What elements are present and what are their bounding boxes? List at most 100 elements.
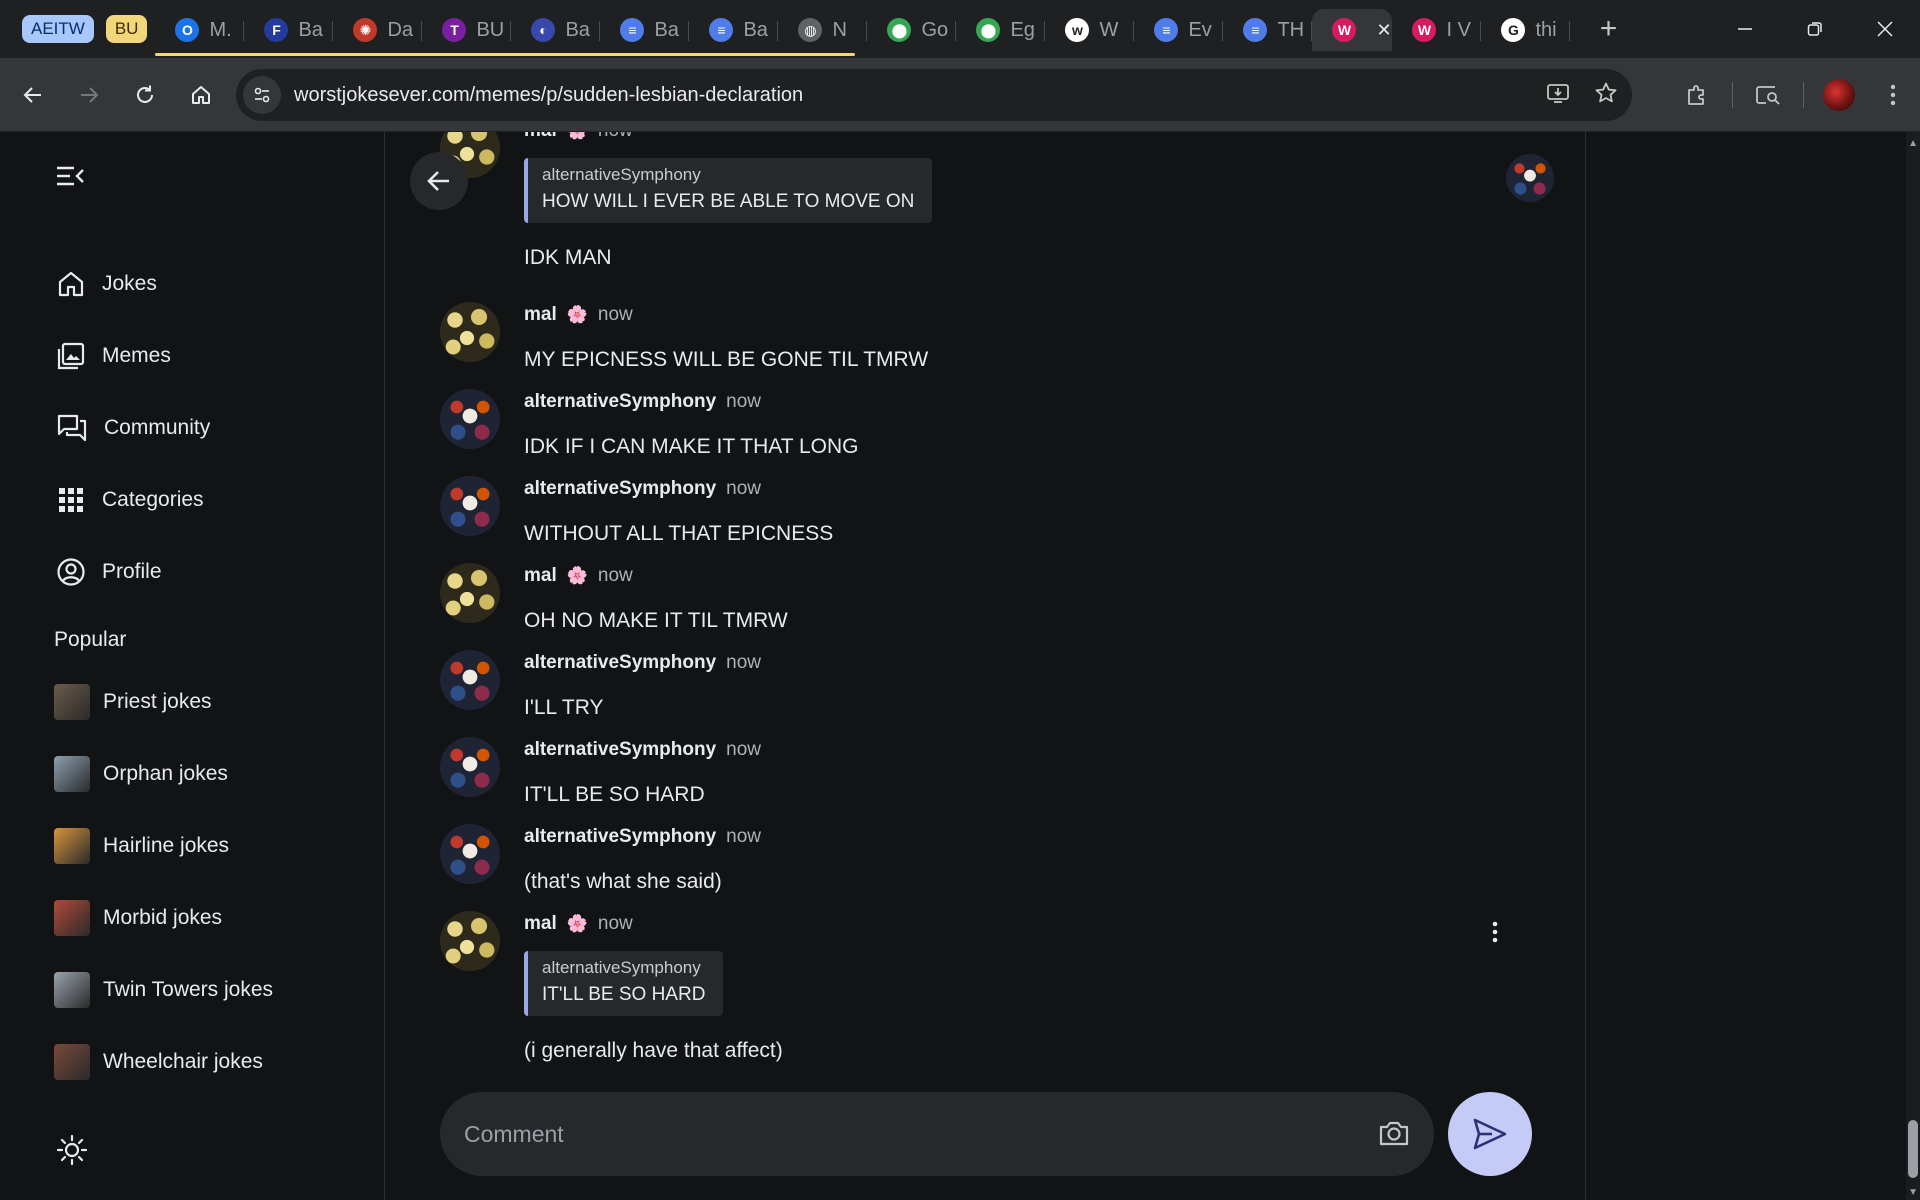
active-tab[interactable]: W ✕ (1312, 9, 1393, 51)
docs-icon: ≡ (620, 18, 645, 42)
browser-tab[interactable]: ⬤ Eg (956, 9, 1046, 51)
quoted-text: IT'LL BE SO HARD (542, 984, 706, 1005)
camera-icon (1379, 1121, 1409, 1146)
popular-item[interactable]: Wheelchair jokes (54, 1042, 263, 1082)
toolbar-separator (1732, 82, 1733, 108)
message-timestamp: now (726, 826, 762, 847)
scroll-down-arrow[interactable]: ▼ (1908, 1187, 1918, 1198)
close-window-button[interactable] (1850, 0, 1920, 58)
author-name[interactable]: alternativeSymphony (524, 391, 716, 413)
profile-button[interactable] (1812, 68, 1866, 122)
browser-tab[interactable]: Gthi (1481, 9, 1571, 51)
browser-tab[interactable]: O M. (155, 9, 245, 51)
restore-button[interactable] (1780, 0, 1850, 58)
popular-heading: Popular (54, 628, 127, 651)
toolbar-actions (1670, 58, 1920, 132)
browser-menu-button[interactable] (1866, 68, 1920, 122)
popular-item[interactable]: Hairline jokes (54, 826, 229, 866)
message-text: OH NO MAKE IT TIL TMRW (524, 609, 788, 632)
quoted-reply[interactable]: alternativeSymphony HOW WILL I EVER BE AB… (524, 158, 933, 223)
user-avatar[interactable] (440, 650, 500, 710)
bookmark-star-icon[interactable] (1594, 81, 1618, 110)
theme-toggle-button[interactable] (56, 1134, 88, 1171)
message-options-button[interactable] (1492, 921, 1498, 948)
minimize-button[interactable] (1710, 0, 1780, 58)
sidebar-item-categories[interactable]: Categories (56, 480, 204, 520)
browser-tab[interactable]: WI V (1392, 9, 1482, 51)
comment-input[interactable] (464, 1120, 1344, 1148)
browser-tab[interactable]: ≡ Ba (600, 9, 690, 51)
popular-item[interactable]: Twin Towers jokes (54, 970, 273, 1010)
address-bar-actions (1546, 69, 1618, 121)
browser-tab[interactable]: ◐ Ba (511, 9, 601, 51)
user-avatar[interactable] (440, 476, 500, 536)
user-avatar[interactable] (440, 389, 500, 449)
sidebar-item-profile[interactable]: Profile (56, 552, 162, 592)
user-avatar[interactable] (440, 824, 500, 884)
collapse-sidebar-button[interactable] (56, 165, 84, 192)
scrollbar-thumb[interactable] (1908, 1120, 1918, 1178)
sidebar-item-community[interactable]: Community (56, 408, 210, 448)
browser-tab[interactable]: ≡ Ev (1134, 9, 1224, 51)
more-vert-icon (1492, 921, 1498, 943)
install-app-icon[interactable] (1546, 81, 1570, 110)
url-text[interactable]: worstjokesever.com/memes/p/sudden-lesbia… (294, 84, 803, 107)
back-nav-button[interactable] (6, 68, 60, 122)
scroll-up-arrow[interactable]: ▲ (1908, 138, 1918, 149)
tab-title: TH (1277, 18, 1305, 41)
sidebar-item-memes[interactable]: Memes (56, 336, 171, 376)
browser-tab[interactable]: ≡ TH (1223, 9, 1313, 51)
forward-nav-button[interactable] (62, 68, 116, 122)
reading-mode-button[interactable] (1741, 68, 1795, 122)
site-info-button[interactable] (243, 76, 281, 114)
user-avatar[interactable] (440, 302, 500, 362)
tab-group-aeitw[interactable]: AEITW (22, 15, 94, 43)
site-icon: W (1332, 18, 1357, 42)
comment-composer (440, 1092, 1434, 1176)
browser-tab[interactable]: F Ba (244, 9, 334, 51)
message-meta: alternativeSymphony now (524, 478, 761, 500)
message-meta: alternativeSymphony now (524, 826, 761, 848)
new-tab-button[interactable]: + (1588, 12, 1628, 46)
profile-icon (57, 558, 85, 586)
browser-tab[interactable]: ◍ N (778, 9, 868, 51)
page-scrollbar[interactable]: ▲ ▼ (1906, 132, 1920, 1200)
app-icon: T (442, 18, 467, 42)
author-name[interactable]: alternativeSymphony (524, 652, 716, 674)
browser-tab[interactable]: ⬤ Go (867, 9, 957, 51)
tab-group-bu[interactable]: BU (105, 15, 148, 43)
browser-tab[interactable]: T BU (422, 9, 512, 51)
address-bar[interactable]: worstjokesever.com/memes/p/sudden-lesbia… (236, 69, 1632, 121)
back-button[interactable] (410, 152, 468, 210)
author-name[interactable]: alternativeSymphony (524, 739, 716, 761)
send-button[interactable] (1448, 1092, 1532, 1176)
tab-list: O M. F Ba ✺ Da T BU ◐ Ba ≡ Ba ≡ Ba ◍ N ⬤ Go ⬤ Eg w W ≡ Ev ≡ TH W ✕ W… (155, 0, 1571, 58)
quoted-reply[interactable]: alternativeSymphony IT'LL BE SO HARD (524, 951, 724, 1016)
user-avatar[interactable] (440, 563, 500, 623)
maps-icon: ⬤ (976, 18, 1001, 42)
reload-button[interactable] (118, 68, 172, 122)
close-tab-icon[interactable]: ✕ (1376, 20, 1391, 41)
sidebar-item-jokes[interactable]: Jokes (56, 264, 157, 304)
browser-tab[interactable]: ≡ Ba (689, 9, 779, 51)
popular-item-label: Twin Towers jokes (103, 978, 274, 1001)
camera-button[interactable] (1378, 1118, 1410, 1153)
extensions-button[interactable] (1670, 68, 1724, 122)
browser-tab[interactable]: ✺ Da (333, 9, 423, 51)
author-name[interactable]: mal (524, 565, 557, 587)
author-name[interactable]: mal (524, 132, 557, 142)
user-avatar[interactable] (440, 911, 500, 971)
user-avatar[interactable] (440, 737, 500, 797)
author-name[interactable]: mal (524, 913, 557, 935)
popular-item[interactable]: Priest jokes (54, 682, 212, 722)
author-name[interactable]: alternativeSymphony (524, 478, 716, 500)
popular-item[interactable]: Orphan jokes (54, 754, 228, 794)
tab-title: Eg (1010, 18, 1035, 41)
comment-message: alternativeSymphony now (that's what she s… (440, 824, 1520, 904)
search-tab-icon (1756, 86, 1780, 105)
browser-tab[interactable]: wW (1045, 9, 1135, 51)
author-name[interactable]: alternativeSymphony (524, 826, 716, 848)
home-button[interactable] (174, 68, 228, 122)
popular-item[interactable]: Morbid jokes (54, 898, 222, 938)
author-name[interactable]: mal (524, 304, 557, 326)
